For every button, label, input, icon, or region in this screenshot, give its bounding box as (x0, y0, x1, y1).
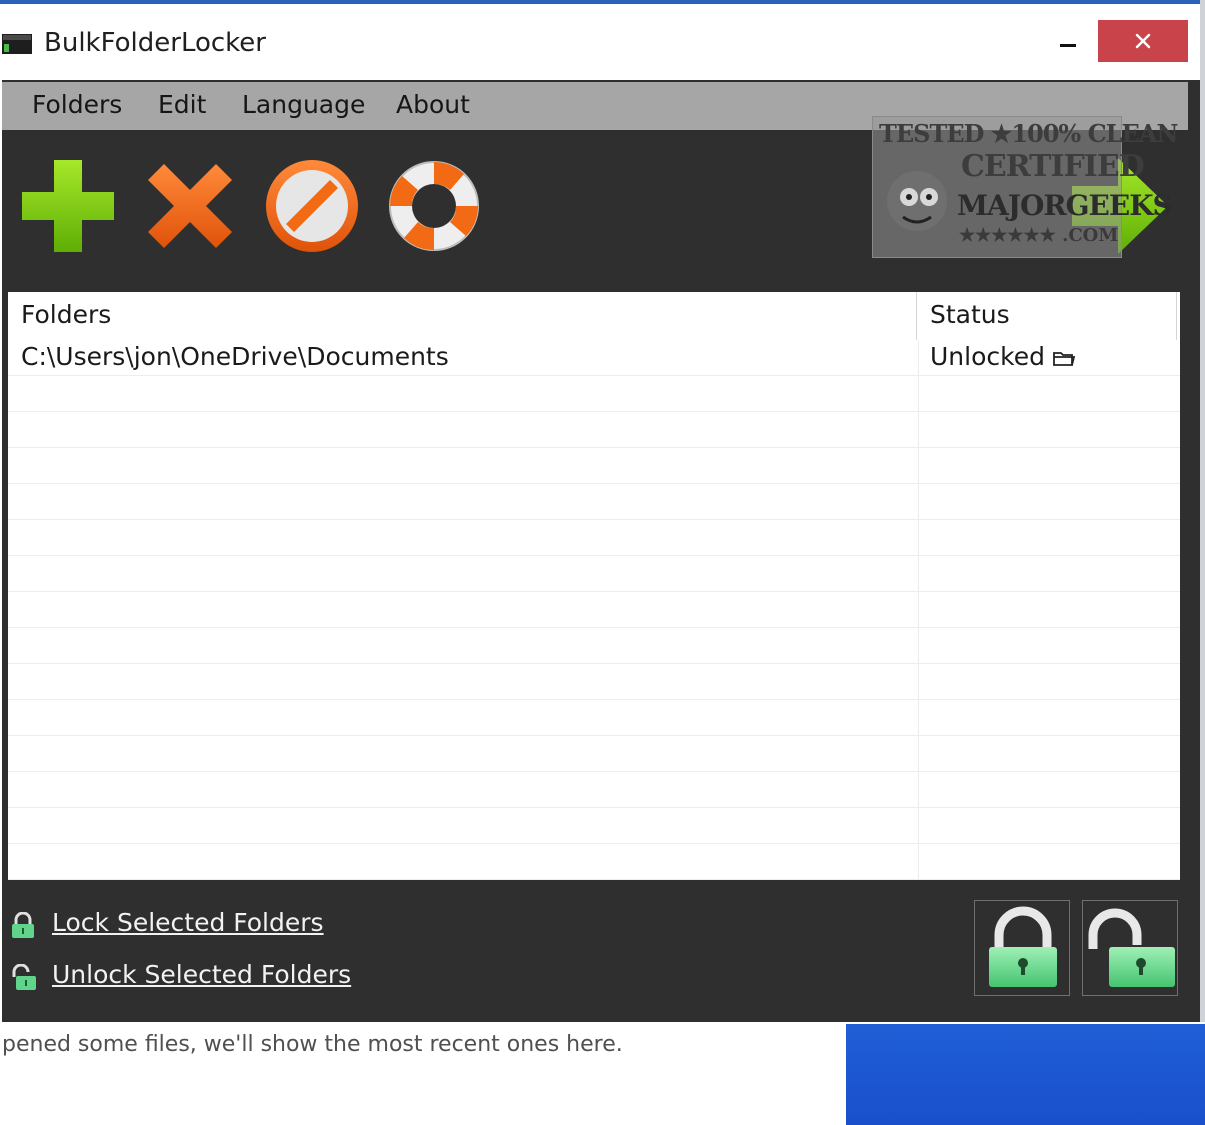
column-divider[interactable] (916, 292, 917, 340)
unlock-selected-link[interactable]: Unlock Selected Folders (10, 958, 366, 998)
background-explorer: pened some files, we'll show the most re… (0, 1022, 1205, 1125)
app-icon (2, 34, 32, 54)
app-client-area: Folders Edit Language About TESTED ★100%… (2, 80, 1200, 1022)
remove-folder-button[interactable] (140, 156, 240, 256)
window-right-border (1200, 0, 1205, 1025)
table-row[interactable] (8, 736, 1180, 772)
window-title: BulkFolderLocker (44, 28, 266, 58)
table-row[interactable] (8, 448, 1180, 484)
title-bar[interactable]: BulkFolderLocker (0, 4, 1200, 80)
table-row[interactable] (8, 484, 1180, 520)
table-row[interactable] (8, 556, 1180, 592)
lock-selected-link[interactable]: Lock Selected Folders (10, 906, 340, 946)
table-row[interactable] (8, 628, 1180, 664)
table-row[interactable] (8, 808, 1180, 844)
column-header-folders[interactable]: Folders (21, 300, 111, 329)
desktop-wallpaper (846, 1024, 1205, 1125)
table-row[interactable] (8, 520, 1180, 556)
screenshot: BulkFolderLocker Folders Edit Language A… (0, 0, 1205, 1125)
mascot-icon (887, 171, 947, 231)
watermark-line1: TESTED ★100% CLEAN (879, 119, 1178, 148)
toolbar: TESTED ★100% CLEAN CERTIFIED MAJORGEEKS … (2, 116, 1200, 290)
unlock-icon (1088, 908, 1175, 987)
menu-edit[interactable]: Edit (158, 90, 206, 119)
watermark-line4: ★★★★★★ .COM (959, 225, 1119, 246)
close-button[interactable] (1098, 20, 1188, 62)
lock-selected-label: Lock Selected Folders (52, 908, 324, 937)
table-row[interactable] (8, 772, 1180, 808)
app-window: BulkFolderLocker Folders Edit Language A… (0, 0, 1205, 1025)
cancel-icon (266, 160, 358, 252)
add-plus-icon (22, 160, 114, 252)
menu-about[interactable]: About (396, 90, 470, 119)
watermark-line2: CERTIFIED (961, 149, 1145, 184)
cancel-button[interactable] (262, 156, 362, 256)
menu-folders[interactable]: Folders (32, 90, 122, 119)
unlock-selected-label: Unlock Selected Folders (52, 960, 352, 989)
table-row[interactable] (8, 412, 1180, 448)
lock-icon (989, 906, 1057, 987)
column-header-status[interactable]: Status (930, 300, 1010, 329)
open-folder-icon (1053, 352, 1076, 366)
table-row[interactable] (8, 844, 1180, 880)
folders-table[interactable]: Folders Status C:\Users\jon\OneDrive\Doc… (8, 292, 1180, 880)
minimize-icon (1060, 44, 1076, 47)
close-icon (1135, 33, 1151, 49)
unlock-button[interactable] (1082, 900, 1178, 996)
table-row[interactable]: C:\Users\jon\OneDrive\Documents Unlocked (8, 340, 1180, 376)
menu-language[interactable]: Language (242, 90, 365, 119)
minimize-button[interactable] (1046, 22, 1092, 62)
watermark-line3: MAJORGEEKS (957, 189, 1173, 222)
help-lifebuoy-icon (389, 161, 479, 251)
status-cell: Unlocked (930, 342, 1045, 371)
lock-button[interactable] (974, 900, 1070, 996)
table-row[interactable] (8, 376, 1180, 412)
small-lock-icon (12, 912, 34, 938)
table-row[interactable] (8, 700, 1180, 736)
small-unlock-icon (12, 964, 36, 990)
remove-x-icon (148, 164, 232, 248)
help-button[interactable] (384, 156, 484, 256)
folder-path-cell: C:\Users\jon\OneDrive\Documents (21, 342, 449, 371)
majorgeeks-watermark: TESTED ★100% CLEAN CERTIFIED MAJORGEEKS … (872, 116, 1178, 258)
add-folder-button[interactable] (18, 156, 118, 256)
table-row[interactable] (8, 592, 1180, 628)
table-row[interactable] (8, 664, 1180, 700)
recent-files-hint: pened some files, we'll show the most re… (2, 1032, 623, 1057)
column-divider-right (1176, 292, 1177, 340)
